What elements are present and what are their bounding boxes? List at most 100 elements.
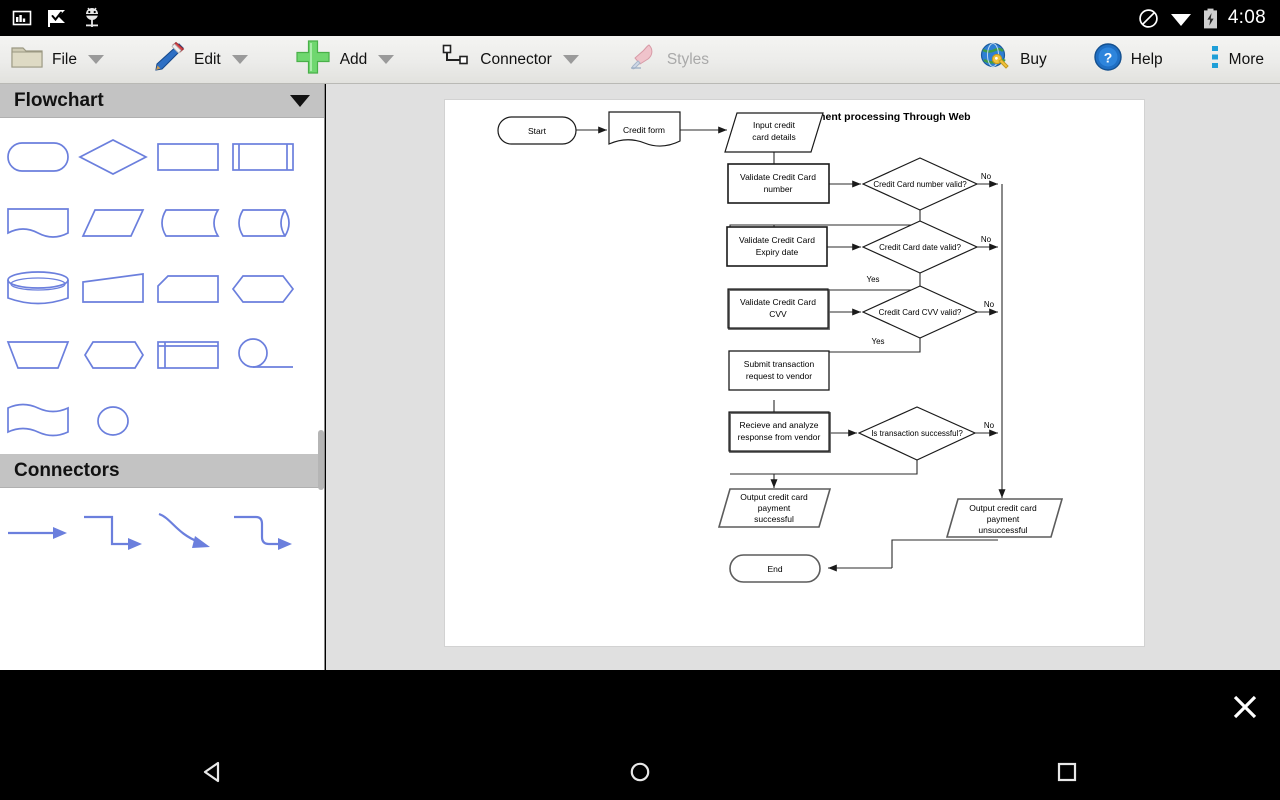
wifi-icon <box>1169 9 1193 28</box>
node-end-label: End <box>767 564 782 574</box>
connector-elbow[interactable] <box>75 496 150 566</box>
chevron-down-icon[interactable] <box>563 55 579 64</box>
chevron-down-icon[interactable] <box>378 55 394 64</box>
close-icon[interactable] <box>1216 678 1274 736</box>
app-toolbar: File Edit Add Connector <box>0 36 1280 84</box>
shape-summing-junction[interactable] <box>225 322 300 388</box>
toolbar-item-edit[interactable]: Edit <box>140 36 258 84</box>
node-decision-date[interactable]: Credit Card date valid? <box>863 221 977 273</box>
node-receive-response-line1: Recieve and analyze <box>740 420 819 430</box>
edge-label-yes-date: Yes <box>866 275 879 284</box>
sidebar-scrollbar[interactable] <box>318 84 324 670</box>
styles-brush-icon <box>625 42 659 77</box>
sidebar-section-connectors-header[interactable]: Connectors <box>0 454 324 488</box>
android-navigation-bar <box>0 744 1280 800</box>
node-validate-expiry[interactable]: Validate Credit Card Expiry date <box>727 227 827 266</box>
diagram-canvas[interactable]: Credit Card Payment processing Through W… <box>326 84 1280 670</box>
sidebar-scrollbar-thumb[interactable] <box>318 430 324 490</box>
node-validate-cvv-line1: Validate Credit Card <box>740 297 816 307</box>
flowchart-drawing[interactable]: Credit Card Payment processing Through W… <box>445 100 1144 646</box>
connector-straight[interactable] <box>0 496 75 566</box>
toolbar-item-add[interactable]: Add <box>284 36 405 84</box>
edge-label-no-1: No <box>981 172 992 181</box>
node-validate-number-line1: Validate Credit Card <box>740 172 816 182</box>
toolbar-item-add-label: Add <box>340 51 368 69</box>
chevron-down-icon[interactable] <box>232 55 248 64</box>
shape-disk-storage[interactable] <box>0 256 75 322</box>
shape-hexagon[interactable] <box>75 322 150 388</box>
toolbar-item-buy[interactable]: Buy <box>968 36 1057 84</box>
edge-label-no-4: No <box>984 421 995 430</box>
node-validate-number-line2: number <box>764 184 793 194</box>
shapes-sidebar: Flowchart <box>0 84 325 670</box>
node-output-successful[interactable]: Output credit card payment successful <box>719 489 830 527</box>
shape-card[interactable] <box>150 256 225 322</box>
toolbar-item-file[interactable]: File <box>0 36 114 84</box>
toolbar-item-more[interactable]: More <box>1199 36 1274 84</box>
toolbar-item-edit-label: Edit <box>194 51 221 69</box>
sidebar-section-flowchart-header[interactable]: Flowchart <box>0 84 324 118</box>
node-start[interactable]: Start <box>498 117 576 144</box>
node-validate-cvv-line2: CVV <box>769 309 787 319</box>
chevron-down-icon[interactable] <box>290 95 310 107</box>
android-status-bar: 4:08 <box>0 0 1280 36</box>
toolbar-item-connector[interactable]: Connector <box>430 36 589 84</box>
connector-curved[interactable] <box>150 496 225 566</box>
node-input-details[interactable]: Input credit card details <box>725 113 823 152</box>
toolbar-item-styles[interactable]: Styles <box>615 36 719 84</box>
connector-rounded-elbow[interactable] <box>225 496 300 566</box>
shape-stored-data[interactable] <box>150 190 225 256</box>
shape-preparation[interactable] <box>225 256 300 322</box>
shape-manual-input[interactable] <box>75 256 150 322</box>
node-credit-form-label: Credit form <box>623 125 665 135</box>
shape-internal-storage[interactable] <box>150 322 225 388</box>
gallery-icon <box>12 8 32 28</box>
shape-document[interactable] <box>0 190 75 256</box>
node-validate-number[interactable]: Validate Credit Card number <box>728 164 829 203</box>
shape-terminator[interactable] <box>0 124 75 190</box>
node-end[interactable]: End <box>730 555 820 582</box>
toolbar-item-help[interactable]: ? Help <box>1083 36 1173 84</box>
edge-label-yes-cvv: Yes <box>871 337 884 346</box>
node-decision-transaction[interactable]: Is transaction successful? <box>859 407 975 460</box>
svg-text:?: ? <box>1104 50 1113 66</box>
toolbar-right-group: Buy ? Help More <box>968 36 1280 84</box>
shape-decision[interactable] <box>75 124 150 190</box>
node-output-unsuccessful-line3: unsuccessful <box>978 525 1027 535</box>
status-bar-system-icons: 4:08 <box>1138 7 1280 29</box>
diagram-page[interactable]: Credit Card Payment processing Through W… <box>445 100 1144 646</box>
node-validate-expiry-line2: Expiry date <box>756 247 799 257</box>
node-input-details-line2: card details <box>752 132 795 142</box>
node-submit-transaction[interactable]: Submit transaction request to vendor <box>729 351 829 390</box>
flag-check-icon <box>46 7 68 29</box>
shape-multi-document[interactable] <box>0 388 75 454</box>
shape-predefined-process[interactable] <box>225 124 300 190</box>
shape-data[interactable] <box>75 190 150 256</box>
home-button[interactable] <box>580 744 700 800</box>
node-decision-number[interactable]: Credit Card number valid? <box>863 158 977 210</box>
node-validate-cvv[interactable]: Validate Credit Card CVV <box>728 289 829 329</box>
toolbar-item-buy-label: Buy <box>1020 51 1047 69</box>
overflow-dots-icon <box>1209 42 1221 77</box>
node-receive-response[interactable]: Recieve and analyze response from vendor <box>729 412 830 452</box>
sidebar-section-flowchart-title: Flowchart <box>14 90 104 112</box>
sidebar-section-connectors-title: Connectors <box>14 460 120 482</box>
node-submit-transaction-line1: Submit transaction <box>744 359 815 369</box>
node-decision-cvv[interactable]: Credit Card CVV valid? <box>863 286 977 338</box>
node-output-successful-line3: successful <box>754 514 794 524</box>
shape-process[interactable] <box>150 124 225 190</box>
battery-charging-icon <box>1203 8 1218 29</box>
shape-direct-access-storage[interactable] <box>225 190 300 256</box>
node-output-unsuccessful[interactable]: Output credit card payment unsuccessful <box>947 499 1062 537</box>
recents-button[interactable] <box>1007 744 1127 800</box>
toolbar-item-file-label: File <box>52 51 77 69</box>
folder-icon <box>10 43 44 76</box>
back-button[interactable] <box>153 744 273 800</box>
shape-manual-operation[interactable] <box>0 322 75 388</box>
status-bar-notifications <box>0 7 102 29</box>
flowchart-shape-grid <box>0 118 324 454</box>
chevron-down-icon[interactable] <box>88 55 104 64</box>
shape-connector-circle[interactable] <box>75 388 150 454</box>
node-credit-form[interactable]: Credit form <box>609 112 680 146</box>
node-output-unsuccessful-line2: payment <box>987 514 1020 524</box>
